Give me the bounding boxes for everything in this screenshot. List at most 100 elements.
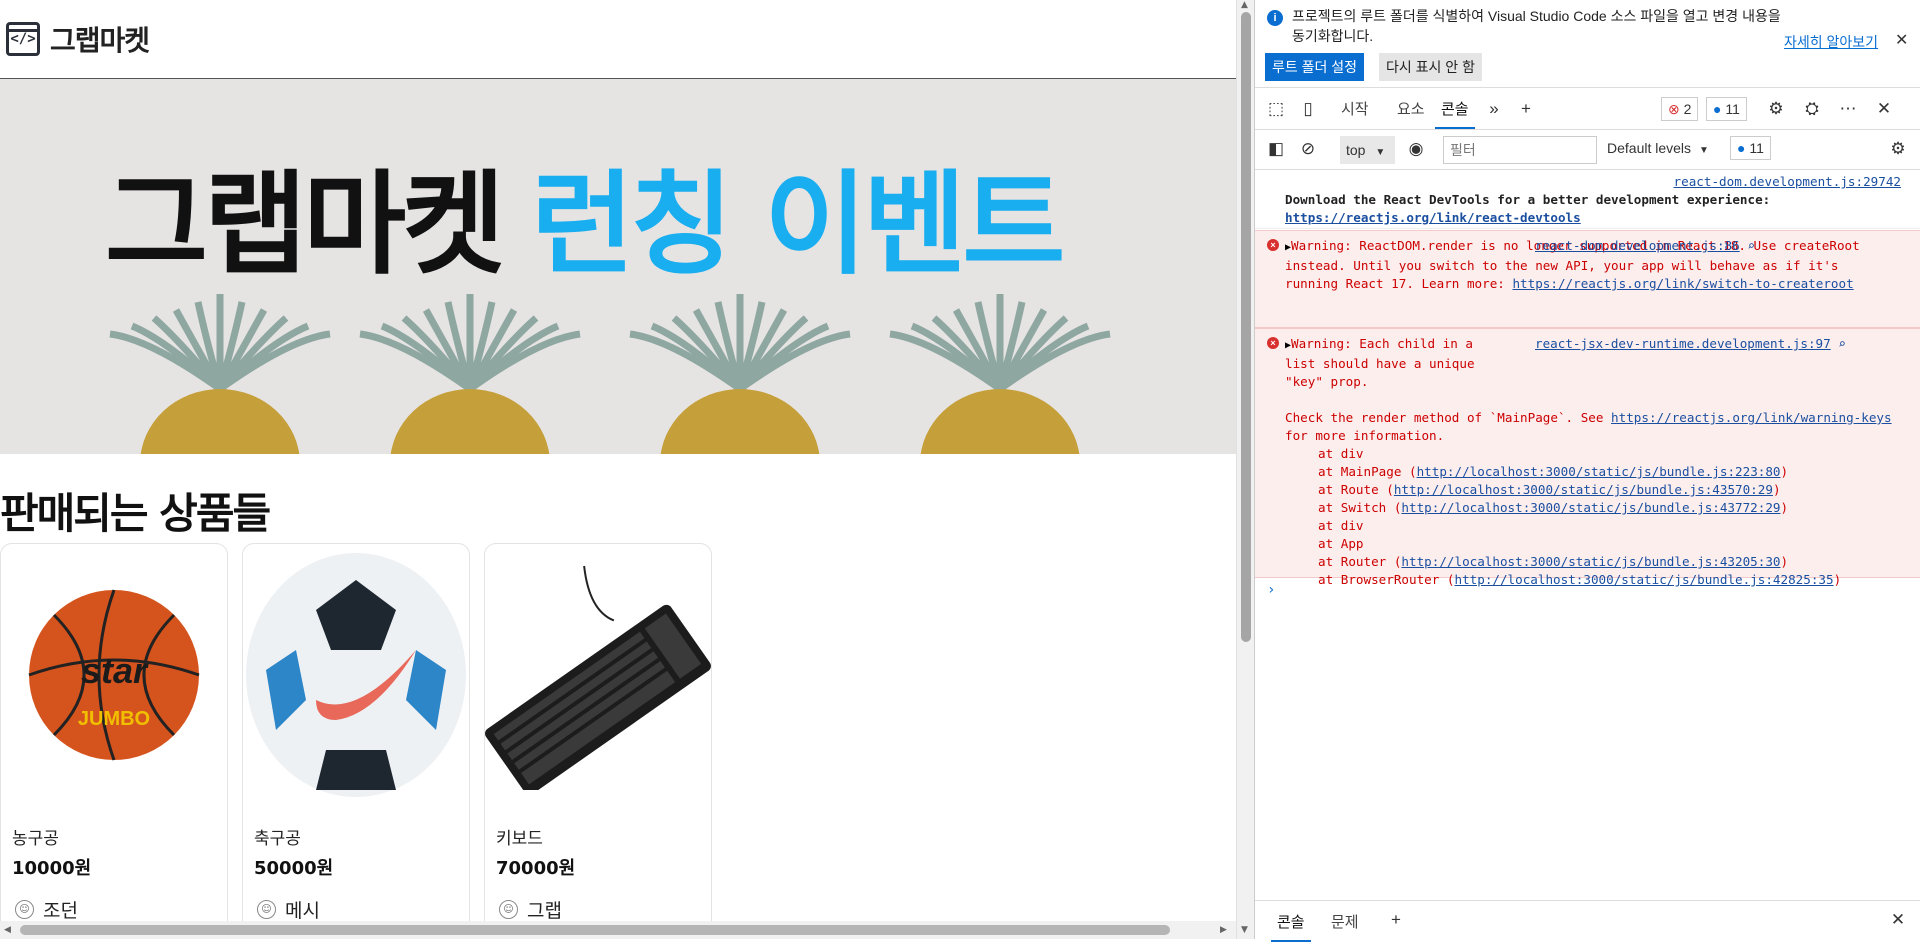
stack-frame-paren: ) — [1780, 500, 1789, 515]
product-image-keyboard[interactable] — [485, 544, 711, 806]
device-emulation-icon[interactable]: ▯ — [1297, 98, 1319, 120]
source-link[interactable]: react-dom.development.js:86 — [1535, 238, 1740, 253]
avatar-icon: ☺ — [499, 900, 518, 919]
stack-frame-text: at Route ( — [1318, 482, 1394, 497]
learn-more-link[interactable]: 자세히 알아보기 — [1784, 32, 1878, 52]
event-banner: 그랩마켓 런칭 이벤트 — [0, 79, 1236, 454]
stack-frame: at MainPage (http://localhost:3000/stati… — [1318, 463, 1897, 481]
horizontal-scrollbar[interactable]: ◀ ▶ — [0, 921, 1236, 939]
scroll-right-icon[interactable]: ▶ — [1220, 925, 1227, 935]
tab-welcome[interactable]: 시작 — [1341, 98, 1369, 119]
createroot-link[interactable]: https://reactjs.org/link/switch-to-creat… — [1512, 276, 1853, 291]
error-icon: × — [1267, 239, 1279, 251]
seller-name: 그랩 — [527, 900, 562, 922]
stack-frame-link[interactable]: http://localhost:3000/static/js/bundle.j… — [1401, 500, 1780, 515]
clear-console-icon[interactable]: ⊘ — [1297, 138, 1319, 160]
add-tab-icon[interactable]: + — [1515, 98, 1537, 120]
tab-elements[interactable]: 요소 — [1397, 98, 1425, 119]
drawer-tab-issues[interactable]: 문제 — [1331, 911, 1359, 932]
message-count-badge[interactable]: ● 11 — [1706, 97, 1747, 121]
stack-frame-paren: ) — [1833, 572, 1842, 587]
chevron-down-icon: ▼ — [1375, 147, 1386, 158]
product-image-soccer-ball[interactable] — [243, 544, 469, 806]
sidebar-toggle-icon[interactable]: ◧ — [1265, 138, 1287, 160]
stack-frame: at BrowserRouter (http://localhost:3000/… — [1318, 571, 1897, 589]
more-tabs-icon[interactable]: » — [1483, 98, 1505, 120]
settings-icon[interactable]: ⚙ — [1765, 98, 1787, 120]
info-icon: i — [1267, 10, 1283, 26]
product-card[interactable]: star JUMBO 농구공 10000원 ☺ 조던 — [0, 543, 228, 939]
product-card[interactable]: 축구공 50000원 ☺ 메시 — [242, 543, 470, 939]
product-price: 10000원 — [12, 858, 92, 879]
stack-frame: at Route (http://localhost:3000/static/j… — [1318, 481, 1897, 499]
logo-text[interactable]: 그랩마켓 — [50, 19, 150, 59]
stack-frame-link[interactable]: http://localhost:3000/static/js/bundle.j… — [1417, 464, 1781, 479]
infobar-message: 프로젝트의 루트 폴더를 식별하여 Visual Studio Code 소스 … — [1292, 8, 1781, 44]
pineapple — [889, 294, 1111, 454]
chevron-down-icon: ▼ — [1698, 145, 1709, 156]
code-logo-icon[interactable]: </> — [6, 22, 40, 56]
product-image-basketball[interactable]: star JUMBO — [1, 544, 227, 806]
console-settings-icon[interactable]: ⚙ — [1887, 138, 1909, 160]
error-icon: × — [1267, 337, 1279, 349]
product-name: 키보드 — [496, 829, 543, 849]
search-icon[interactable]: ⌕ — [1747, 238, 1755, 253]
message-icon: ● — [1737, 140, 1746, 156]
inspect-icon[interactable]: ⬚ — [1265, 98, 1287, 120]
context-select-value: top — [1346, 142, 1366, 158]
live-expression-eye-icon[interactable]: ◉ — [1405, 138, 1427, 160]
error-text-2: Check the render method of `MainPage`. S… — [1285, 410, 1612, 425]
stack-frame-link[interactable]: http://localhost:3000/static/js/bundle.j… — [1401, 554, 1780, 569]
context-select[interactable]: top ▼ — [1340, 136, 1395, 164]
product-name: 축구공 — [254, 829, 301, 849]
error-count-badge[interactable]: ⊗ 2 — [1661, 97, 1699, 121]
source-link[interactable]: react-jsx-dev-runtime.development.js:97 — [1535, 336, 1831, 351]
stack-trace: at div at MainPage (http://localhost:3000… — [1285, 445, 1897, 589]
set-root-folder-button[interactable]: 루트 폴더 설정 — [1265, 53, 1365, 81]
stack-frame: at div — [1318, 517, 1897, 535]
drawer-tab-console[interactable]: 콘솔 — [1271, 911, 1311, 942]
scroll-up-icon[interactable]: ▲ — [1241, 0, 1248, 10]
console-toolbar: ◧ ⊘ top ▼ ◉ 필터 Default levels ▼ ● 11 ⚙ — [1255, 130, 1920, 170]
close-devtools-icon[interactable]: ✕ — [1873, 98, 1895, 120]
devtools-link[interactable]: https://reactjs.org/link/react-devtools — [1285, 210, 1581, 225]
filter-input[interactable]: 필터 — [1443, 136, 1597, 164]
product-card[interactable]: 키보드 70000원 ☺ 그랩 — [484, 543, 712, 939]
scroll-thumb-horizontal[interactable] — [20, 925, 1170, 935]
stack-frame-text: at div — [1318, 518, 1364, 533]
message-count: 11 — [1725, 101, 1740, 117]
banner-title: 그랩마켓 런칭 이벤트 — [105, 169, 1065, 281]
product-list: star JUMBO 농구공 10000원 ☺ 조던 축구공 50000원 ☺ 메시 키보드 7000… — [0, 543, 726, 939]
issues-badge[interactable]: ● 11 — [1730, 136, 1771, 160]
more-options-icon[interactable]: ⋯ — [1837, 98, 1859, 120]
levels-dropdown[interactable]: Default levels ▼ — [1607, 140, 1709, 156]
search-icon[interactable]: ⌕ — [1838, 336, 1846, 351]
drawer-tabbar: 콘솔 문제 + ✕ — [1255, 900, 1920, 942]
tab-console[interactable]: 콘솔 — [1435, 98, 1475, 129]
levels-dropdown-value: Default levels — [1607, 140, 1692, 156]
scroll-left-icon[interactable]: ◀ — [4, 925, 11, 935]
console-output: react-dom.development.js:29742 Download … — [1255, 171, 1920, 900]
scroll-thumb[interactable] — [1241, 12, 1251, 642]
web-page: </> 그랩마켓 그랩마켓 런칭 이벤트 판매되는 상품들 star JUMBO 농구… — [0, 0, 1236, 939]
seller-name: 조던 — [43, 900, 78, 922]
stack-frame: at Router (http://localhost:3000/static/… — [1318, 553, 1897, 571]
customize-icon[interactable]: ⛭ — [1801, 98, 1823, 120]
avatar-icon: ☺ — [257, 900, 276, 919]
close-icon[interactable]: ✕ — [1895, 30, 1908, 50]
source-link[interactable]: react-dom.development.js:29742 — [1674, 174, 1901, 189]
stack-frame-link[interactable]: http://localhost:3000/static/js/bundle.j… — [1394, 482, 1773, 497]
scroll-down-icon[interactable]: ▼ — [1241, 925, 1248, 935]
vertical-scrollbar[interactable]: ▲ ▼ — [1236, 0, 1254, 939]
pineapple — [109, 294, 331, 454]
console-prompt-icon[interactable]: › — [1267, 581, 1275, 599]
stack-frame-link[interactable]: http://localhost:3000/static/js/bundle.j… — [1454, 572, 1833, 587]
close-drawer-icon[interactable]: ✕ — [1887, 909, 1909, 931]
message-text: Download the React DevTools for a better… — [1285, 192, 1771, 207]
error-icon: ⊗ — [1668, 101, 1680, 117]
product-seller: ☺ 조던 — [15, 896, 78, 923]
warning-keys-link[interactable]: https://reactjs.org/link/warning-keys — [1611, 410, 1892, 425]
dont-show-again-button[interactable]: 다시 표시 안 함 — [1379, 53, 1482, 81]
product-seller: ☺ 그랩 — [499, 896, 562, 923]
add-drawer-tab-icon[interactable]: + — [1385, 909, 1407, 931]
